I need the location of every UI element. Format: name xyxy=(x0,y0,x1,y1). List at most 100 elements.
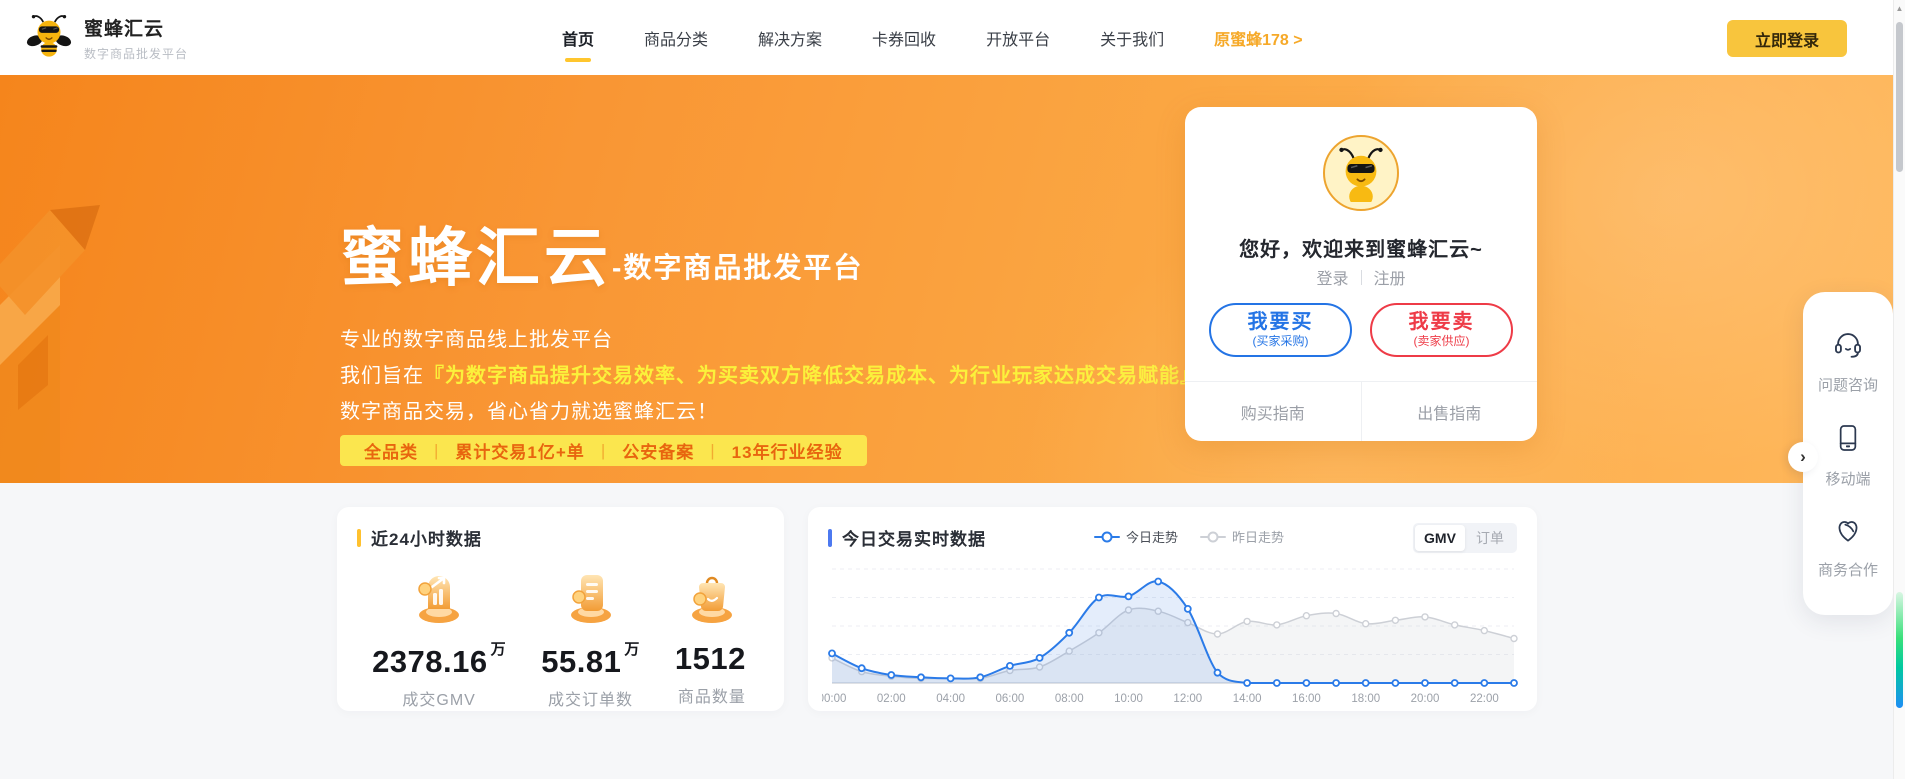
legend-yesterday-glyph xyxy=(1200,536,1226,538)
stat-orders-label: 成交订单数 xyxy=(548,686,633,710)
nav-about[interactable]: 关于我们 xyxy=(1098,0,1166,76)
svg-text:06:00: 06:00 xyxy=(996,693,1025,705)
main-nav: 首页 商品分类 解决方案 卡券回收 开放平台 关于我们 原蜜蜂178 > xyxy=(560,0,1305,75)
data-section: 近24小时数据 2378.16万 xyxy=(0,483,1905,779)
tag-industry-experience: 13年行业经验 xyxy=(732,438,843,463)
panel-item-mobile-label: 移动端 xyxy=(1825,468,1870,489)
stat-gmv: 2378.16万 成交GMV xyxy=(372,565,506,710)
sell-guide-link[interactable]: 出售指南 xyxy=(1361,382,1538,441)
auth-divider xyxy=(1361,270,1362,285)
svg-text:00:00: 00:00 xyxy=(822,693,846,705)
welcome-greeting: 您好，欢迎来到蜜蜂汇云~ xyxy=(1185,233,1537,262)
bee-avatar xyxy=(1323,135,1399,211)
title-marker xyxy=(357,529,361,547)
scroll-gradient-indicator xyxy=(1896,592,1903,708)
tag-total-trades: 累计交易1亿+单 xyxy=(455,438,584,463)
mobile-icon xyxy=(1832,421,1864,460)
welcome-login-card: 您好，欢迎来到蜜蜂汇云~ 登录 注册 我要买 (买家采购) 我要卖 (卖家供应)… xyxy=(1185,107,1537,441)
metric-toggle: GMV 订单 xyxy=(1413,523,1517,553)
legend-yesterday-label: 昨日走势 xyxy=(1232,527,1284,546)
logo[interactable]: 蜜蜂汇云 数字商品批发平台 xyxy=(26,12,188,63)
panel-collapse-button[interactable]: › xyxy=(1788,442,1818,472)
stat-products: 1512 商品数量 xyxy=(675,565,749,710)
panel-item-business-label: 商务合作 xyxy=(1818,559,1878,580)
seller-button-sub: (卖家供应) xyxy=(1372,333,1511,349)
hero-slogan-line3: 数字商品交易，省心省力就选蜜蜂汇云！ xyxy=(340,395,718,424)
nav-card-recycle[interactable]: 卡券回收 xyxy=(870,0,938,76)
scrollbar-up-arrow[interactable]: ▲ xyxy=(1894,4,1905,13)
hero-slogan-line2: 我们旨在『为数字商品提升交易效率、为买卖双方降低交易成本、为行业玩家达成交易赋能… xyxy=(340,359,1201,388)
svg-text:02:00: 02:00 xyxy=(877,693,906,705)
hero-line2-highlight: 『为数字商品提升交易效率、为买卖双方降低交易成本、为行业玩家达成交易赋能』 xyxy=(424,365,1201,387)
svg-text:10:00: 10:00 xyxy=(1114,693,1143,705)
heart-icon xyxy=(1831,514,1865,551)
top-navbar: 蜜蜂汇云 数字商品批发平台 首页 商品分类 解决方案 卡券回收 开放平台 关于我… xyxy=(0,0,1905,75)
tag-separator: | xyxy=(710,441,715,461)
trend-line-chart[interactable]: 00:00 02:00 04:00 06:00 08:00 10:00 12:00 14:00… xyxy=(822,557,1522,707)
stats-card-title: 近24小时数据 xyxy=(371,525,482,550)
logo-subtitle: 数字商品批发平台 xyxy=(84,45,188,62)
realtime-chart-card: 今日交易实时数据 今日走势 昨日走势 GMV 订单 00:00 02:00 04:0… xyxy=(808,507,1537,711)
gmv-chart-icon xyxy=(410,565,468,630)
growth-arrow-graphic xyxy=(0,155,140,483)
products-bag-icon xyxy=(683,565,741,630)
hero-title: 蜜蜂汇云 xyxy=(340,225,612,292)
login-now-button[interactable]: 立即登录 xyxy=(1727,20,1847,57)
svg-text:04:00: 04:00 xyxy=(936,693,965,705)
login-link[interactable]: 登录 xyxy=(1316,265,1348,289)
toggle-orders[interactable]: 订单 xyxy=(1465,525,1515,551)
stat-products-label: 商品数量 xyxy=(678,683,746,707)
hero-banner: 蜜蜂汇云 -数字商品批发平台 专业的数字商品线上批发平台 我们旨在『为数字商品提… xyxy=(0,75,1905,483)
headset-icon xyxy=(1831,327,1865,366)
stat-gmv-label: 成交GMV xyxy=(402,686,475,710)
buy-guide-link[interactable]: 购买指南 xyxy=(1185,382,1361,441)
panel-item-business[interactable]: 商务合作 xyxy=(1818,514,1878,580)
svg-text:16:00: 16:00 xyxy=(1292,693,1321,705)
panel-item-consult-label: 问题咨询 xyxy=(1818,374,1878,395)
legend-today-label: 今日走势 xyxy=(1126,527,1178,546)
nav-legacy-site-link[interactable]: 原蜜蜂178 > xyxy=(1212,0,1305,76)
svg-text:14:00: 14:00 xyxy=(1233,693,1262,705)
svg-text:22:00: 22:00 xyxy=(1470,693,1499,705)
svg-text:08:00: 08:00 xyxy=(1055,693,1084,705)
hero-tagbar: 全品类 | 累计交易1亿+单 | 公安备案 | 13年行业经验 xyxy=(340,435,867,466)
buyer-button-sub: (买家采购) xyxy=(1211,333,1350,349)
bee-logo-icon xyxy=(26,12,72,63)
browser-scrollbar[interactable]: ▲ xyxy=(1893,0,1905,779)
nav-solutions[interactable]: 解决方案 xyxy=(756,0,824,76)
chevron-right-icon: › xyxy=(1800,447,1806,467)
stat-products-value: 1512 xyxy=(675,638,749,677)
stats-24h-card: 近24小时数据 2378.16万 xyxy=(337,507,784,711)
tag-separator: | xyxy=(601,441,606,461)
chart-card-title: 今日交易实时数据 xyxy=(842,525,986,550)
panel-item-consult[interactable]: 问题咨询 xyxy=(1818,327,1878,395)
buyer-button[interactable]: 我要买 (买家采购) xyxy=(1209,303,1352,357)
svg-text:12:00: 12:00 xyxy=(1173,693,1202,705)
panel-item-mobile[interactable]: 移动端 xyxy=(1825,421,1870,489)
legend-today-glyph xyxy=(1094,536,1120,538)
svg-text:20:00: 20:00 xyxy=(1411,693,1440,705)
register-link[interactable]: 注册 xyxy=(1374,265,1406,289)
seller-button-label: 我要卖 xyxy=(1372,311,1511,333)
stat-orders-value: 55.81万 xyxy=(541,638,640,680)
nav-categories[interactable]: 商品分类 xyxy=(642,0,710,76)
hero-line2-prefix: 我们旨在 xyxy=(340,365,424,387)
floating-help-panel: › 问题咨询 移动端 xyxy=(1803,292,1893,615)
hero-title-suffix: -数字商品批发平台 xyxy=(612,246,863,292)
stat-orders: 55.81万 成交订单数 xyxy=(541,565,640,710)
svg-text:18:00: 18:00 xyxy=(1351,693,1380,705)
chart-legend: 今日走势 昨日走势 xyxy=(1094,527,1284,546)
buyer-button-label: 我要买 xyxy=(1211,311,1350,333)
nav-home[interactable]: 首页 xyxy=(560,0,596,76)
scrollbar-thumb[interactable] xyxy=(1896,22,1903,172)
tag-separator: | xyxy=(434,441,439,461)
legend-yesterday[interactable]: 昨日走势 xyxy=(1200,527,1284,546)
seller-button[interactable]: 我要卖 (卖家供应) xyxy=(1370,303,1513,357)
nav-open-platform[interactable]: 开放平台 xyxy=(984,0,1052,76)
tag-police-record: 公安备案 xyxy=(622,438,694,463)
tag-all-categories: 全品类 xyxy=(364,438,418,463)
stat-gmv-value: 2378.16万 xyxy=(372,638,506,680)
orders-clipboard-icon xyxy=(562,565,620,630)
toggle-gmv[interactable]: GMV xyxy=(1415,525,1465,551)
legend-today[interactable]: 今日走势 xyxy=(1094,527,1178,546)
